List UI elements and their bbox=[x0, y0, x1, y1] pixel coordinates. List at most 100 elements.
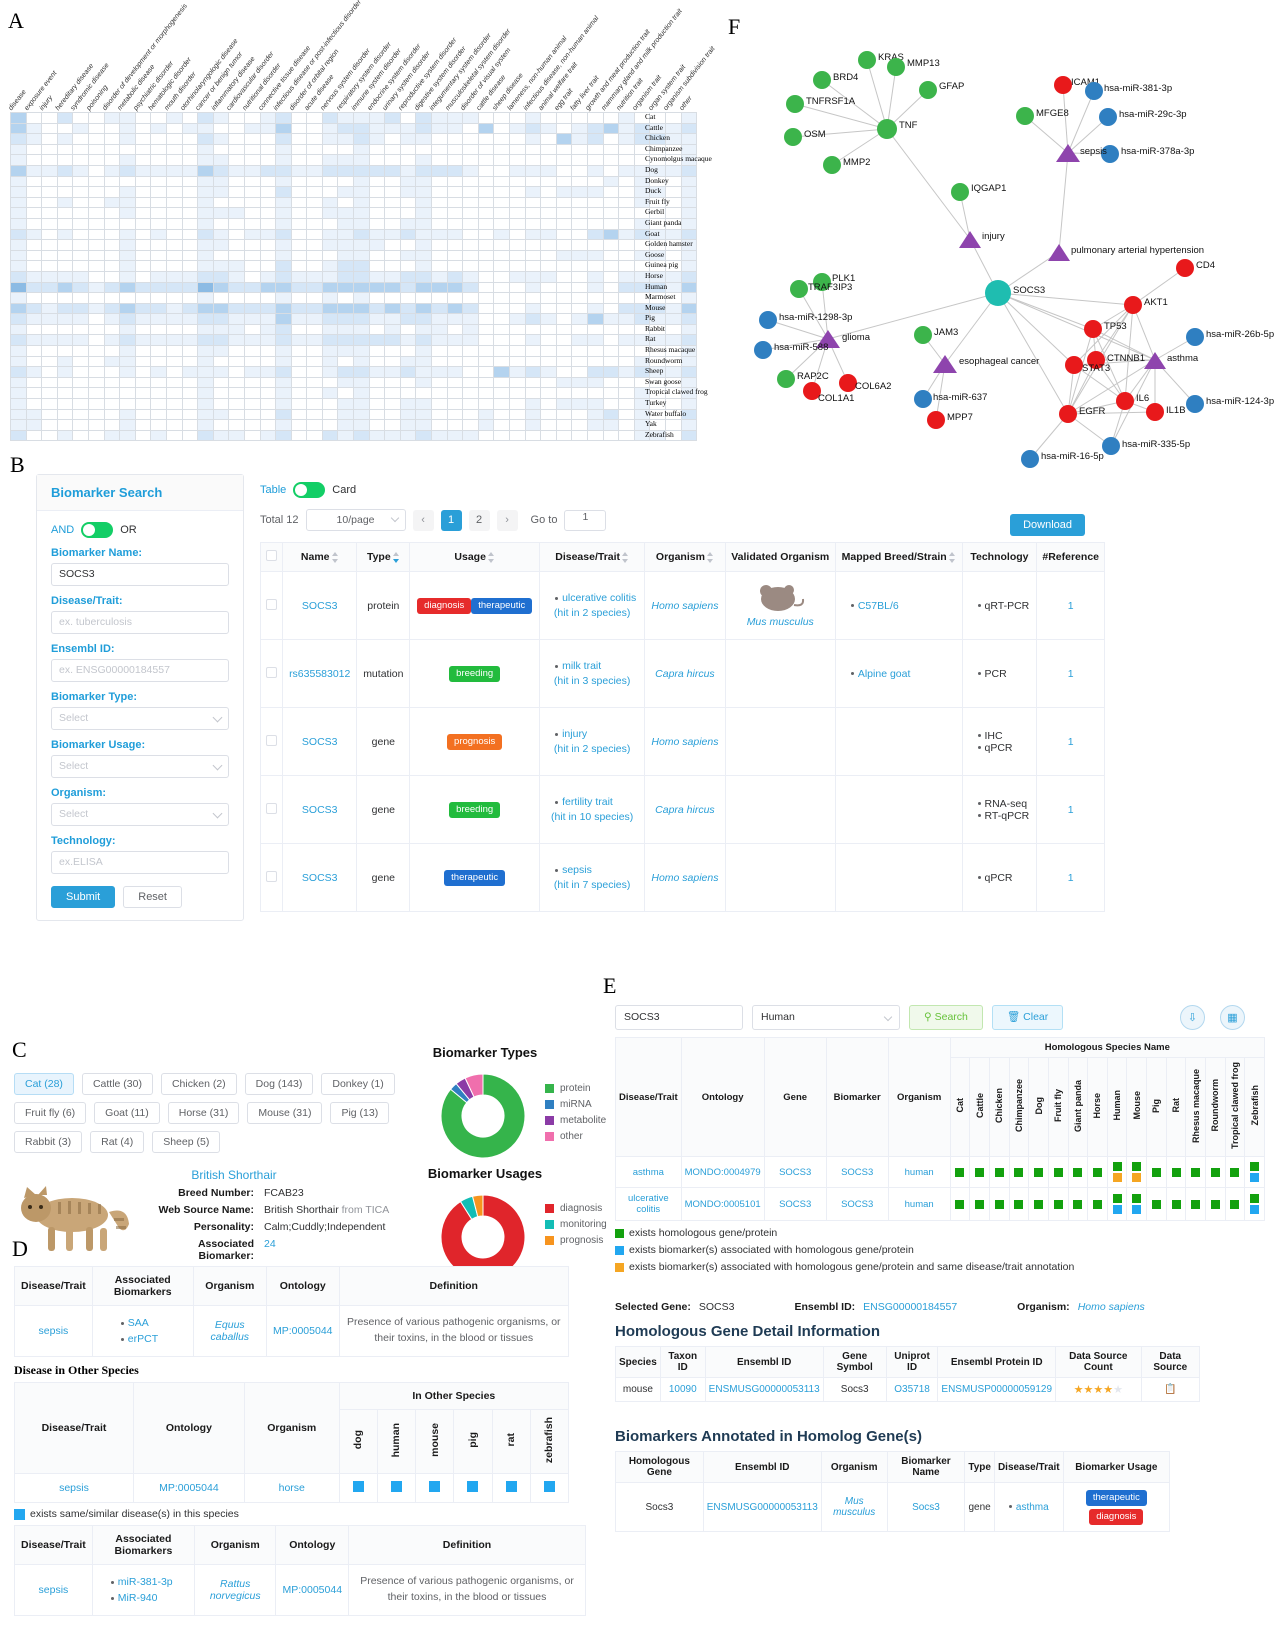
cell-protein-id[interactable]: ENSMUSP00000059129 bbox=[937, 1377, 1057, 1403]
network-node-disease[interactable] bbox=[959, 231, 981, 248]
select-field-5[interactable]: Select bbox=[51, 803, 229, 826]
cell-biomarker[interactable]: SOCS3 bbox=[825, 1187, 889, 1222]
cell-disease[interactable]: fertility trait (hit in 10 species) bbox=[539, 775, 646, 844]
and-or-switch[interactable] bbox=[81, 522, 114, 538]
cell-ontology[interactable]: MONDO:0005101 bbox=[680, 1187, 765, 1222]
cell-organism[interactable]: Rattus norvegicus bbox=[193, 1564, 277, 1617]
and-or-toggle-row[interactable]: AND OR bbox=[51, 522, 229, 538]
cell-disease[interactable]: ulcerative colitis (hit in 2 species) bbox=[539, 571, 646, 640]
species-chip[interactable]: Fruit fly (6) bbox=[14, 1102, 87, 1124]
network-node-disease[interactable] bbox=[1144, 352, 1166, 369]
row-checkbox[interactable] bbox=[266, 734, 277, 746]
clear-button[interactable]: 🗑 Clear bbox=[991, 1005, 1064, 1030]
species-chip[interactable]: Goat (11) bbox=[94, 1102, 160, 1124]
cell-organism[interactable]: human bbox=[887, 1156, 951, 1189]
cell-disease[interactable]: injury (hit in 2 species) bbox=[539, 707, 646, 776]
text-field-0[interactable]: SOCS3 bbox=[51, 563, 229, 586]
select-field-4[interactable]: Select bbox=[51, 755, 229, 778]
network-node-green[interactable] bbox=[786, 95, 804, 113]
network-node-blue[interactable] bbox=[754, 341, 772, 359]
species-chip[interactable]: Rabbit (3) bbox=[14, 1131, 83, 1153]
usage-tag-breeding[interactable]: breeding bbox=[449, 801, 501, 818]
sort-icon[interactable] bbox=[622, 551, 629, 563]
network-node-green[interactable] bbox=[887, 58, 905, 76]
gene-search-input[interactable]: SOCS3 bbox=[615, 1005, 743, 1030]
cell-organism[interactable]: Homo sapiens bbox=[644, 707, 726, 776]
network-node-red[interactable] bbox=[1054, 76, 1072, 94]
network-node-green[interactable] bbox=[813, 71, 831, 89]
text-field-6[interactable]: ex.ELISA bbox=[51, 851, 229, 874]
usage-tag-therapeutic[interactable]: therapeutic bbox=[471, 597, 533, 614]
prev-page-button[interactable]: ‹ bbox=[412, 509, 434, 531]
cell-disease[interactable]: sepsis bbox=[14, 1305, 93, 1357]
cell-breed[interactable]: C57BL/6 bbox=[834, 571, 963, 640]
cell-biomarkers[interactable]: miR-381-3p MiR-940 bbox=[91, 1564, 195, 1617]
network-node-green[interactable] bbox=[784, 128, 802, 146]
table-card-toggle[interactable]: Table Card bbox=[260, 482, 1105, 498]
network-node-red[interactable] bbox=[1059, 405, 1077, 423]
cell-organism[interactable]: Equus caballus bbox=[192, 1305, 267, 1357]
cell-name[interactable]: SOCS3 bbox=[281, 843, 358, 912]
network-node-red[interactable] bbox=[1124, 296, 1142, 314]
cell-breed[interactable] bbox=[834, 843, 963, 912]
network-node-red[interactable] bbox=[1065, 356, 1083, 374]
cell-ontology[interactable]: MONDO:0004979 bbox=[680, 1156, 765, 1189]
cell-biomarker[interactable]: SOCS3 bbox=[825, 1156, 889, 1189]
sort-icon[interactable] bbox=[706, 551, 714, 563]
cell-organism[interactable]: Homo sapiens bbox=[644, 571, 726, 640]
cell-disease[interactable]: sepsis bbox=[14, 1564, 93, 1617]
cell-disease[interactable]: ulcerative colitis bbox=[615, 1187, 682, 1222]
species-chip[interactable]: Dog (143) bbox=[244, 1073, 314, 1095]
cell-reference[interactable]: 1 bbox=[1036, 775, 1105, 844]
usage-tag-therapeutic[interactable]: therapeutic bbox=[444, 869, 506, 886]
cell-ontology[interactable]: MP:0005044 bbox=[265, 1305, 340, 1357]
species-chip[interactable]: Cat (28) bbox=[14, 1073, 74, 1095]
cell-ontology[interactable]: MP:0005044 bbox=[275, 1564, 350, 1617]
row-checkbox[interactable] bbox=[266, 598, 277, 610]
cell-organism[interactable]: Capra hircus bbox=[644, 639, 726, 708]
cell-gene[interactable]: SOCS3 bbox=[763, 1187, 827, 1222]
cell-ensembl-id[interactable]: ENSMUSG00000053113 bbox=[702, 1482, 822, 1533]
cell-disease[interactable]: milk trait (hit in 3 species) bbox=[539, 639, 646, 708]
network-node-disease[interactable] bbox=[1056, 144, 1080, 162]
network-node-green[interactable] bbox=[858, 51, 876, 69]
network-node-green[interactable] bbox=[914, 326, 932, 344]
cell-name[interactable]: SOCS3 bbox=[281, 775, 358, 844]
species-chip[interactable]: Mouse (31) bbox=[247, 1102, 323, 1124]
cell-reference[interactable]: 1 bbox=[1036, 707, 1105, 776]
row-checkbox[interactable] bbox=[266, 870, 277, 882]
cell-breed[interactable] bbox=[834, 707, 963, 776]
network-node-blue[interactable] bbox=[914, 390, 932, 408]
cell-disease[interactable]: sepsis (hit in 7 species) bbox=[539, 843, 646, 912]
network-node-red[interactable] bbox=[1084, 320, 1102, 338]
cell-organism[interactable]: Mus musculus bbox=[820, 1482, 888, 1533]
cell-ensembl-id[interactable]: ENSMUSG00000053113 bbox=[704, 1377, 824, 1403]
page-1-button[interactable]: 1 bbox=[440, 509, 462, 531]
network-node-red[interactable] bbox=[1176, 259, 1194, 277]
organism-value[interactable]: Homo sapiens bbox=[1078, 1301, 1145, 1313]
usage-tag-prognosis[interactable]: prognosis bbox=[447, 733, 503, 750]
network-node-red[interactable] bbox=[1146, 403, 1164, 421]
species-chip[interactable]: Horse (31) bbox=[167, 1102, 240, 1124]
network-node-red[interactable] bbox=[927, 411, 945, 429]
species-chip[interactable]: Sheep (5) bbox=[152, 1131, 221, 1153]
card-view-label[interactable]: Card bbox=[332, 484, 356, 496]
species-chip[interactable]: Rat (4) bbox=[90, 1131, 145, 1153]
cell-organism[interactable]: Homo sapiens bbox=[644, 843, 726, 912]
sort-icon[interactable] bbox=[331, 551, 339, 563]
select-all-checkbox[interactable] bbox=[266, 550, 277, 561]
grid-icon-button[interactable]: ▦ bbox=[1220, 1005, 1245, 1030]
cell-organism[interactable]: Capra hircus bbox=[644, 775, 726, 844]
cell-uniprot-id[interactable]: O35718 bbox=[885, 1377, 939, 1403]
sort-icon[interactable] bbox=[392, 551, 400, 563]
cell-name[interactable]: SOCS3 bbox=[281, 707, 358, 776]
cell-biomarker-name[interactable]: Socs3 bbox=[886, 1482, 966, 1533]
network-node-blue[interactable] bbox=[1186, 328, 1204, 346]
cell-disease[interactable]: asthma bbox=[615, 1156, 682, 1189]
cell-name[interactable]: rs635583012 bbox=[281, 639, 358, 708]
download-icon-button[interactable]: ⇩ bbox=[1180, 1005, 1205, 1030]
breed-title[interactable]: British Shorthair bbox=[54, 1168, 414, 1182]
table-view-label[interactable]: Table bbox=[260, 484, 286, 496]
sort-icon[interactable] bbox=[487, 551, 495, 563]
network-node-blue[interactable] bbox=[1186, 395, 1204, 413]
